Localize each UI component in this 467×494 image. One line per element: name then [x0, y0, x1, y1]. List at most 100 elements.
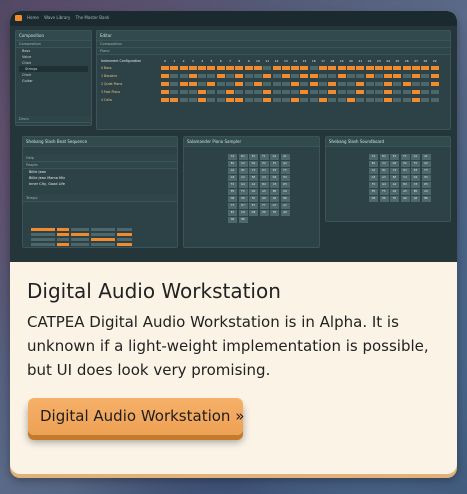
note-cell[interactable] [263, 89, 272, 95]
note-cell[interactable] [272, 73, 281, 79]
sample-pad[interactable]: B6 [280, 196, 290, 202]
sequence-segment[interactable] [71, 232, 89, 236]
note-cell[interactable] [402, 65, 411, 71]
note-cell[interactable] [226, 65, 235, 71]
note-cell[interactable] [179, 65, 188, 71]
note-cell[interactable] [179, 73, 188, 79]
sample-pad[interactable]: A7 [280, 203, 290, 209]
sample-pad[interactable]: A1 [421, 154, 431, 160]
note-cell[interactable] [244, 97, 253, 103]
note-cell[interactable] [356, 81, 365, 87]
note-cell[interactable] [244, 81, 253, 87]
note-cell[interactable] [421, 65, 430, 71]
sample-pad[interactable]: B2 [238, 168, 248, 174]
note-cell[interactable] [161, 65, 169, 71]
sample-pad[interactable]: C6 [280, 189, 290, 195]
sequence-segment[interactable] [91, 237, 115, 241]
note-cell[interactable] [281, 73, 290, 79]
sample-pad[interactable]: G6 [400, 196, 410, 202]
note-cell[interactable] [207, 89, 216, 95]
note-cell[interactable] [263, 81, 272, 87]
instrument-label[interactable]: 3 Fast Piano [101, 90, 161, 94]
sample-pad[interactable]: E7 [249, 203, 258, 209]
sample-pad[interactable]: D5 [280, 182, 290, 188]
note-cell[interactable] [226, 97, 235, 103]
sequence-segment[interactable] [117, 232, 132, 236]
note-cell[interactable] [170, 89, 179, 95]
note-cell[interactable] [272, 81, 281, 87]
sample-pad[interactable]: E3 [270, 168, 279, 174]
note-cell[interactable] [421, 97, 430, 103]
note-cell[interactable] [226, 73, 235, 79]
sample-pad[interactable]: G2 [421, 161, 431, 167]
note-cell[interactable] [281, 65, 290, 71]
note-cell[interactable] [198, 97, 207, 103]
sequence-segment[interactable] [91, 227, 115, 231]
note-cell[interactable] [235, 73, 244, 79]
note-cell[interactable] [188, 97, 197, 103]
note-cell[interactable] [179, 81, 188, 87]
note-cell[interactable] [179, 89, 188, 95]
sample-pad[interactable]: C8 [238, 210, 248, 216]
note-cell[interactable] [328, 65, 337, 71]
sample-pad[interactable]: F4 [228, 182, 237, 188]
sample-pad[interactable]: E2 [259, 161, 269, 167]
sample-pad[interactable]: F8 [270, 210, 279, 216]
open-daw-button[interactable]: Digital Audio Workstation » [28, 398, 244, 435]
sample-pad[interactable]: B3 [249, 175, 258, 181]
note-cell[interactable] [412, 89, 421, 95]
note-cell[interactable] [393, 73, 402, 79]
sample-pad[interactable]: F2 [411, 161, 420, 167]
note-cell[interactable] [402, 73, 411, 79]
note-cell[interactable] [430, 97, 439, 103]
sample-pad[interactable]: F5 [238, 189, 248, 195]
sequence-segment[interactable] [57, 232, 69, 236]
sequence-segment[interactable] [57, 242, 69, 246]
note-cell[interactable] [337, 89, 346, 95]
note-cell[interactable] [188, 73, 197, 79]
note-cell[interactable] [374, 89, 383, 95]
note-cell[interactable] [216, 73, 225, 79]
note-cell[interactable] [421, 73, 430, 79]
sample-pad[interactable]: B7 [228, 210, 237, 216]
note-cell[interactable] [291, 65, 300, 71]
sample-pad[interactable]: F3 [280, 168, 290, 174]
note-cell[interactable] [188, 65, 197, 71]
sample-pad[interactable]: C2 [238, 161, 248, 167]
note-cell[interactable] [272, 97, 281, 103]
sample-pad[interactable]: C1 [228, 154, 237, 160]
note-cell[interactable] [421, 89, 430, 95]
sample-pad[interactable]: C2 [379, 161, 389, 167]
sample-pad[interactable]: D5 [421, 182, 431, 188]
note-cell[interactable] [412, 65, 421, 71]
note-cell[interactable] [216, 89, 225, 95]
sample-pad[interactable]: A8 [228, 217, 237, 223]
sample-pad[interactable]: F1 [259, 154, 269, 160]
note-cell[interactable] [393, 81, 402, 87]
sample-pad[interactable]: G1 [411, 154, 420, 160]
sample-pad[interactable]: E1 [390, 154, 399, 160]
note-cell[interactable] [235, 89, 244, 95]
sample-pad[interactable]: E5 [228, 189, 237, 195]
sample-pad[interactable]: D3 [259, 168, 269, 174]
sample-pad[interactable]: B3 [390, 175, 399, 181]
sequence-segment[interactable] [117, 237, 132, 241]
sample-pad[interactable]: F6 [390, 196, 399, 202]
sample-pad[interactable]: A5 [259, 189, 269, 195]
sample-pad[interactable]: A2 [369, 168, 378, 174]
sample-pad[interactable]: B5 [270, 189, 279, 195]
sample-pad[interactable]: D4 [411, 175, 420, 181]
sample-pad[interactable]: F3 [421, 168, 431, 174]
note-cell[interactable] [337, 65, 346, 71]
note-cell[interactable] [393, 65, 402, 71]
note-cell[interactable] [235, 97, 244, 103]
sample-pad[interactable]: C3 [390, 168, 399, 174]
note-cell[interactable] [430, 73, 439, 79]
sequence-segment[interactable] [91, 242, 115, 246]
sequence-segment[interactable] [31, 227, 55, 231]
note-cell[interactable] [384, 89, 393, 95]
note-cell[interactable] [198, 89, 207, 95]
note-cell[interactable] [161, 97, 169, 103]
note-cell[interactable] [170, 73, 179, 79]
note-cell[interactable] [309, 89, 318, 95]
